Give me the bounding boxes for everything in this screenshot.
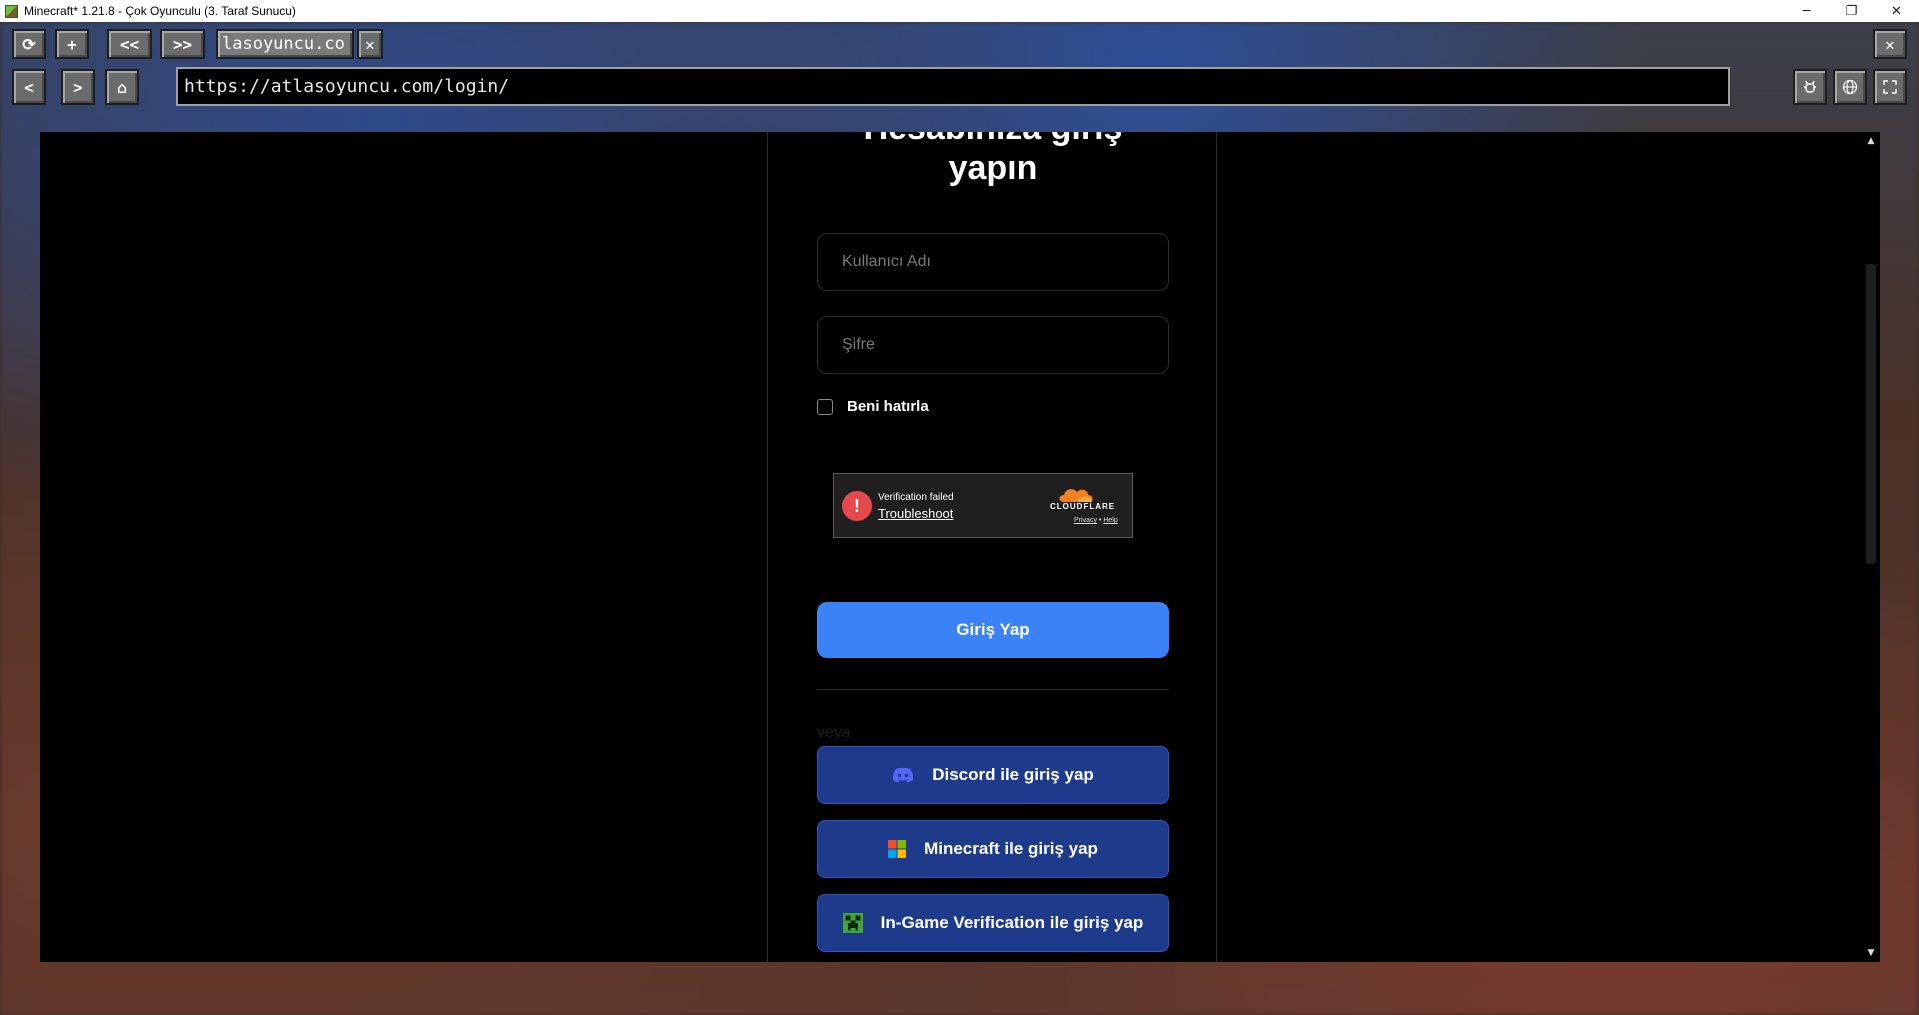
- globe-icon: [1842, 79, 1858, 95]
- discord-login-button[interactable]: Discord ile giriş yap: [817, 746, 1169, 804]
- double-chevron-right-icon: >>: [172, 34, 193, 54]
- error-icon: !: [842, 491, 872, 521]
- page-title-line2: yapın: [948, 149, 1038, 187]
- bug-icon: [1804, 80, 1816, 93]
- password-field[interactable]: [817, 316, 1169, 374]
- reload-button[interactable]: ⟳: [12, 29, 46, 59]
- new-tab-button[interactable]: +: [55, 29, 89, 59]
- previous-tab-button[interactable]: <<: [107, 29, 152, 59]
- or-label: veya: [817, 724, 851, 741]
- window-controls: ─ ❐ ✕: [1784, 0, 1919, 22]
- browser-viewport: Hesabınıza giriş yapın Beni hatırla ! Ve…: [40, 132, 1880, 962]
- address-bar[interactable]: https://atlasoyuncu.com/login/: [176, 67, 1730, 106]
- ingame-verification-button[interactable]: In-Game Verification ile giriş yap: [817, 894, 1169, 952]
- privacy-link[interactable]: Privacy: [1074, 517, 1097, 524]
- window-titlebar: Minecraft* 1.21.8 - Çok Oyunculu (3. Tar…: [0, 0, 1919, 22]
- username-input[interactable]: [842, 253, 1168, 271]
- minimize-button[interactable]: ─: [1784, 0, 1829, 22]
- minecraft-login-label: Minecraft ile giriş yap: [924, 839, 1098, 858]
- close-icon: ✕: [1885, 34, 1895, 54]
- cloudflare-logo-icon: [1059, 489, 1093, 502]
- discord-icon: [892, 767, 914, 783]
- window-close-button[interactable]: ✕: [1874, 0, 1919, 22]
- scroll-down-icon[interactable]: ▼: [1862, 946, 1880, 960]
- next-tab-button[interactable]: >>: [160, 29, 205, 59]
- maximize-button[interactable]: ❐: [1829, 0, 1874, 22]
- link-separator: •: [1098, 517, 1102, 524]
- login-button[interactable]: Giriş Yap: [817, 602, 1169, 658]
- fullscreen-icon: [1883, 80, 1897, 94]
- divider: [817, 689, 1169, 690]
- back-button[interactable]: <: [12, 69, 46, 105]
- page-scrollbar[interactable]: ▲ ▼: [1862, 132, 1880, 962]
- password-input[interactable]: [842, 336, 1168, 354]
- captcha-status: Verification failed: [878, 492, 954, 503]
- help-link[interactable]: Help: [1103, 517, 1117, 524]
- close-icon: ✕: [365, 34, 375, 54]
- discord-login-label: Discord ile giriş yap: [932, 765, 1094, 784]
- page-title-line1: Hesabınıza giriş: [768, 132, 1218, 148]
- microsoft-icon: [888, 840, 907, 858]
- devtools-button[interactable]: [1793, 69, 1827, 105]
- fullscreen-button[interactable]: [1873, 69, 1907, 105]
- tab-title: lasoyuncu.co: [222, 34, 345, 54]
- chevron-right-icon: >: [73, 77, 83, 97]
- creeper-icon: [842, 913, 863, 933]
- home-icon: ⌂: [117, 77, 127, 97]
- cloudflare-brand: CLOUDFLARE: [1050, 502, 1116, 511]
- minecraft-app-icon: [5, 4, 18, 18]
- page-title: Hesabınıza giriş yapın: [768, 132, 1218, 188]
- scroll-thumb[interactable]: [1866, 264, 1876, 564]
- remember-checkbox[interactable]: [817, 398, 833, 415]
- window-title: Minecraft* 1.21.8 - Çok Oyunculu (3. Tar…: [24, 4, 296, 18]
- username-field[interactable]: [817, 233, 1169, 291]
- cloudflare-turnstile: ! Verification failed Troubleshoot CLOUD…: [833, 473, 1133, 538]
- captcha-links: Privacy • Help: [1074, 517, 1118, 524]
- ingame-verification-label: In-Game Verification ile giriş yap: [880, 913, 1144, 932]
- plus-icon: +: [67, 34, 77, 54]
- double-chevron-left-icon: <<: [119, 34, 140, 54]
- chevron-left-icon: <: [24, 77, 34, 97]
- minecraft-login-button[interactable]: Minecraft ile giriş yap: [817, 820, 1169, 878]
- tab-close-button[interactable]: ✕: [357, 29, 383, 59]
- close-browser-button[interactable]: ✕: [1873, 29, 1907, 59]
- troubleshoot-link[interactable]: Troubleshoot: [878, 506, 953, 521]
- remember-me[interactable]: Beni hatırla: [817, 398, 929, 415]
- url-text: https://atlasoyuncu.com/login/: [184, 76, 510, 97]
- browser-tab[interactable]: lasoyuncu.co: [216, 29, 354, 59]
- language-button[interactable]: [1833, 69, 1867, 105]
- forward-button[interactable]: >: [61, 69, 95, 105]
- scroll-up-icon[interactable]: ▲: [1862, 134, 1880, 148]
- login-card: Hesabınıza giriş yapın Beni hatırla ! Ve…: [767, 132, 1217, 962]
- reload-icon: ⟳: [22, 34, 36, 54]
- home-button[interactable]: ⌂: [105, 69, 139, 105]
- remember-label: Beni hatırla: [847, 398, 929, 415]
